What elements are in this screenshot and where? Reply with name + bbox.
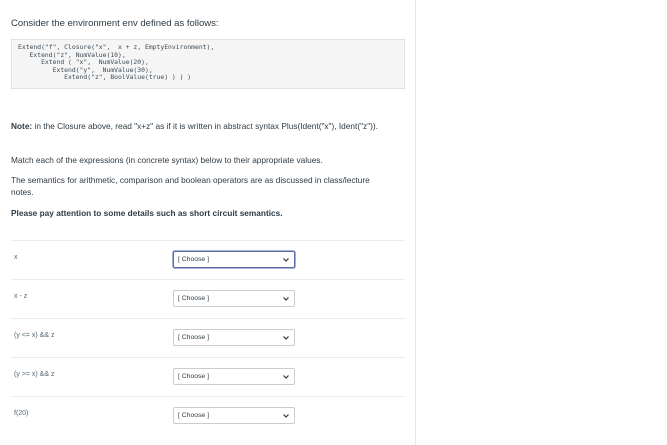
expression-label: x - z — [14, 293, 28, 300]
select-value: [ Choose ] — [178, 295, 209, 302]
select-value: [ Choose ] — [178, 373, 209, 380]
match-row: x - z [ Choose ] — [11, 279, 405, 318]
note-text: in the Closure above, read "x+z" as if i… — [32, 121, 378, 131]
match-row: (y <= x) && z [ Choose ] — [11, 318, 405, 357]
expression-label: x — [14, 254, 18, 261]
match-instruction: Match each of the expressions (in concre… — [11, 155, 323, 165]
semantics-note: The semantics for arithmetic, comparison… — [11, 175, 370, 197]
answer-select[interactable]: [ Choose ] — [173, 290, 295, 307]
answer-select[interactable]: [ Choose ] — [173, 407, 295, 424]
expression-label: f(20) — [14, 410, 29, 417]
question-panel: Consider the environment env defined as … — [0, 0, 416, 445]
expression-label: (y >= x) && z — [14, 371, 55, 378]
chevron-down-icon — [283, 336, 289, 340]
chevron-down-icon — [283, 258, 289, 262]
select-value: [ Choose ] — [178, 334, 209, 341]
chevron-down-icon — [283, 297, 289, 301]
chevron-down-icon — [283, 414, 289, 418]
chevron-down-icon — [283, 375, 289, 379]
right-blank-area — [417, 0, 667, 445]
code-line: Extend("z", BoolValue(true) ) ) ) — [18, 73, 192, 82]
question-intro: Consider the environment env defined as … — [11, 18, 219, 29]
match-row: f(20) [ Choose ] — [11, 396, 405, 435]
match-row: x [ Choose ] — [11, 240, 405, 279]
answer-select[interactable]: [ Choose ] — [173, 251, 295, 268]
code-block: Extend("f", Closure("x", x + z, EmptyEnv… — [11, 39, 405, 89]
answer-select[interactable]: [ Choose ] — [173, 329, 295, 346]
select-value: [ Choose ] — [178, 412, 209, 419]
select-value: [ Choose ] — [178, 256, 209, 263]
attention-note: Please pay attention to some details suc… — [11, 208, 283, 218]
note-paragraph: Note: in the Closure above, read "x+z" a… — [11, 120, 391, 132]
note-label: Note: — [11, 121, 33, 131]
answer-select[interactable]: [ Choose ] — [173, 368, 295, 385]
match-row: (y >= x) && z [ Choose ] — [11, 357, 405, 396]
expression-label: (y <= x) && z — [14, 332, 55, 339]
